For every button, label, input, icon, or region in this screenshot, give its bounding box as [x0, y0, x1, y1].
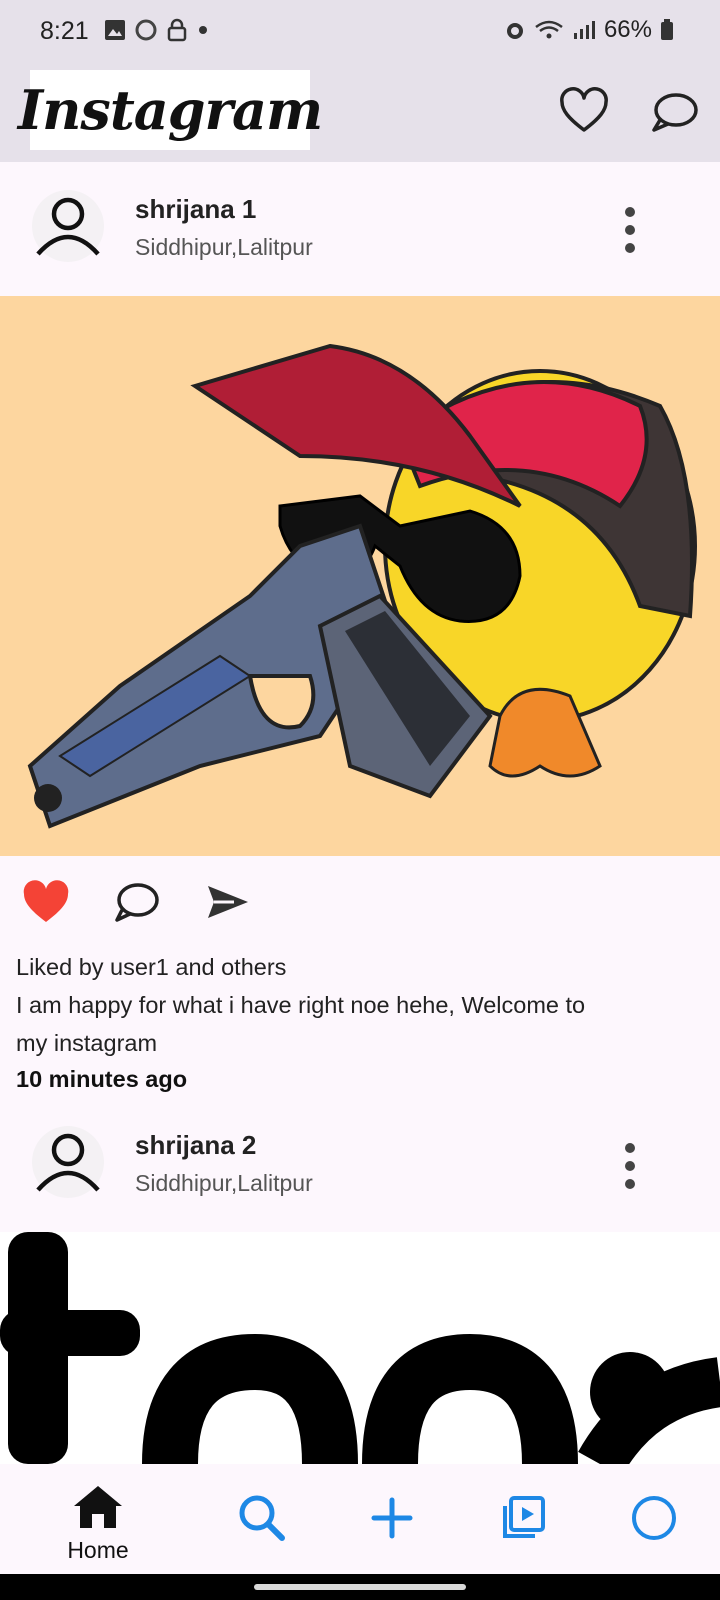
avatar[interactable]	[32, 1126, 104, 1198]
alarm-icon	[506, 23, 523, 39]
battery-percent: 66%	[603, 16, 652, 43]
post-username[interactable]: shrijana 1	[135, 194, 256, 225]
post-username[interactable]: shrijana 2	[135, 1130, 256, 1161]
post-image[interactable]	[0, 1232, 720, 1464]
nav-add[interactable]	[342, 1484, 442, 1564]
more-options-icon[interactable]	[620, 1142, 640, 1190]
nav-reels[interactable]	[474, 1484, 574, 1564]
comment-icon[interactable]	[112, 880, 160, 924]
logo-text: Instagram	[17, 78, 323, 142]
profile-icon	[632, 1496, 676, 1540]
caption-text: I am happy for what i have right noe heh…	[16, 992, 586, 1018]
post-timestamp: 10 minutes ago	[16, 1066, 188, 1092]
nav-profile[interactable]	[604, 1484, 704, 1564]
bottom-navigation: Home	[0, 1464, 720, 1574]
heart-filled-icon[interactable]	[22, 880, 70, 924]
user-icon	[36, 197, 100, 256]
avatar[interactable]	[32, 190, 104, 262]
instagram-wordmark-crop	[0, 1232, 720, 1464]
user-icon	[36, 1133, 100, 1192]
post-location[interactable]: Siddhipur,Lalitpur	[135, 1170, 313, 1197]
gallery-icon	[105, 20, 125, 40]
chat-bubble-icon[interactable]	[648, 86, 700, 138]
post-location[interactable]: Siddhipur,Lalitpur	[135, 234, 313, 261]
post-header: shrijana 2 Siddhipur,Lalitpur	[0, 1098, 720, 1232]
liked-by-text[interactable]: Liked by user1 and others	[16, 954, 286, 981]
reels-icon	[503, 1496, 545, 1538]
nav-home-label: Home	[67, 1537, 129, 1563]
lock-icon	[167, 18, 187, 42]
status-system-icons: 66%	[504, 16, 674, 44]
signal-icon	[573, 21, 595, 39]
search-icon	[239, 1495, 285, 1541]
status-time: 8:21	[40, 17, 89, 45]
add-icon	[371, 1497, 413, 1539]
app-bar: Instagram	[0, 62, 720, 162]
wifi-icon	[535, 20, 563, 39]
post-header: shrijana 1 Siddhipur,Lalitpur	[0, 162, 720, 296]
home-gesture-handle[interactable]	[254, 1584, 466, 1590]
home-icon	[74, 1486, 122, 1528]
status-notification-icons	[104, 18, 210, 42]
post-image[interactable]	[0, 296, 720, 856]
nav-search[interactable]	[212, 1484, 312, 1564]
send-icon[interactable]	[204, 880, 252, 924]
heart-icon[interactable]	[558, 86, 610, 138]
dot-icon	[199, 26, 207, 34]
caption-text-continued: my instagram	[16, 1030, 158, 1056]
status-bar: 8:21 66%	[0, 0, 720, 62]
battery-icon	[661, 19, 673, 40]
more-options-icon[interactable]	[620, 206, 640, 254]
nav-home[interactable]: Home	[48, 1484, 148, 1564]
duck-with-gun-illustration	[27, 343, 697, 829]
system-gesture-bar	[0, 1574, 720, 1600]
post-actions	[0, 870, 720, 934]
sync-icon	[135, 19, 157, 41]
instagram-logo: Instagram	[18, 70, 323, 150]
